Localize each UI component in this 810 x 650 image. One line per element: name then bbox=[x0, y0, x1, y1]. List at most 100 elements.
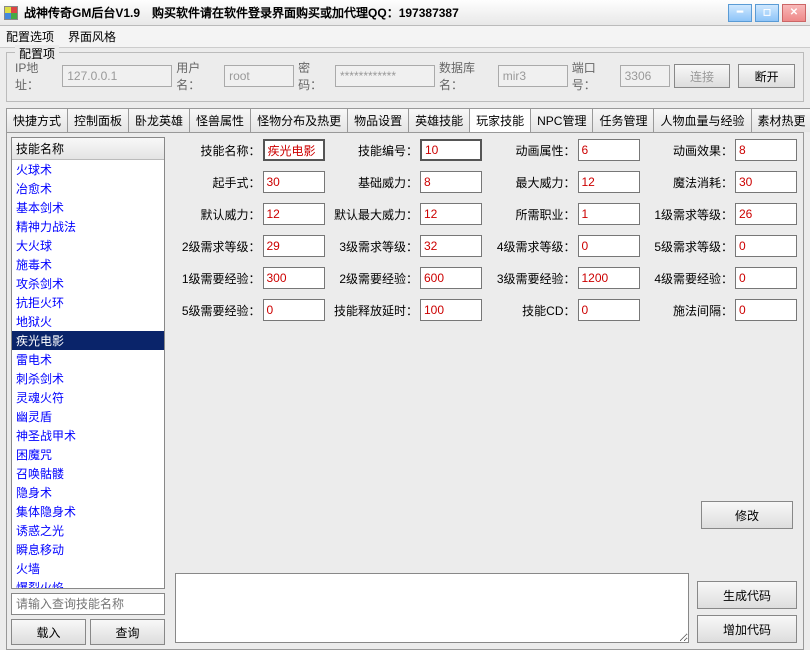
field: 起手式： bbox=[175, 171, 325, 193]
field-input[interactable] bbox=[420, 203, 482, 225]
list-item[interactable]: 刺杀剑术 bbox=[12, 369, 164, 388]
field: 3级需求等级： bbox=[333, 235, 483, 257]
field-input[interactable] bbox=[263, 267, 325, 289]
disconnect-button[interactable]: 断开 bbox=[738, 64, 795, 88]
field-label: 技能编号： bbox=[358, 142, 418, 159]
list-item[interactable]: 精神力战法 bbox=[12, 217, 164, 236]
field-input[interactable] bbox=[263, 299, 325, 321]
tab-2[interactable]: 卧龙英雄 bbox=[128, 108, 190, 132]
field: 5级需求等级： bbox=[648, 235, 798, 257]
list-item[interactable]: 隐身术 bbox=[12, 483, 164, 502]
menu-config[interactable]: 配置选项 bbox=[6, 28, 54, 45]
pass-input[interactable] bbox=[335, 65, 435, 87]
load-button[interactable]: 载入 bbox=[11, 619, 86, 645]
field-label: 3级需要经验： bbox=[497, 270, 576, 287]
pass-label: 密码： bbox=[298, 59, 331, 93]
field-input[interactable] bbox=[578, 139, 640, 161]
addcode-button[interactable]: 增加代码 bbox=[697, 615, 797, 643]
tab-5[interactable]: 物品设置 bbox=[347, 108, 409, 132]
list-item[interactable]: 爆裂火焰 bbox=[12, 578, 164, 589]
field: 最大威力： bbox=[490, 171, 640, 193]
field: 3级需要经验： bbox=[490, 267, 640, 289]
field-input[interactable] bbox=[578, 171, 640, 193]
list-item[interactable]: 施毒术 bbox=[12, 255, 164, 274]
close-button[interactable]: ✕ bbox=[782, 4, 806, 22]
tab-3[interactable]: 怪兽属性 bbox=[189, 108, 251, 132]
list-item[interactable]: 幽灵盾 bbox=[12, 407, 164, 426]
search-input[interactable] bbox=[11, 593, 165, 615]
list-item[interactable]: 抗拒火环 bbox=[12, 293, 164, 312]
field-input[interactable] bbox=[263, 171, 325, 193]
field-input[interactable] bbox=[735, 203, 797, 225]
field: 5级需要经验： bbox=[175, 299, 325, 321]
config-legend: 配置项 bbox=[15, 45, 59, 62]
maximize-button[interactable]: ◻ bbox=[755, 4, 779, 22]
field-input[interactable] bbox=[420, 171, 482, 193]
field-input[interactable] bbox=[735, 139, 797, 161]
list-item[interactable]: 冶愈术 bbox=[12, 179, 164, 198]
gencode-button[interactable]: 生成代码 bbox=[697, 581, 797, 609]
list-item[interactable]: 瞬息移动 bbox=[12, 540, 164, 559]
menu-style[interactable]: 界面风格 bbox=[68, 28, 116, 45]
list-item[interactable]: 地狱火 bbox=[12, 312, 164, 331]
field-input[interactable] bbox=[263, 203, 325, 225]
field-input[interactable] bbox=[420, 139, 482, 161]
skill-listbox[interactable]: 技能名称 火球术冶愈术基本剑术精神力战法大火球施毒术攻杀剑术抗拒火环地狱火疾光电… bbox=[11, 137, 165, 589]
minimize-button[interactable]: ━ bbox=[728, 4, 752, 22]
field-label: 4级需求等级： bbox=[497, 238, 576, 255]
field-label: 魔法消耗： bbox=[673, 174, 733, 191]
field-input[interactable] bbox=[420, 299, 482, 321]
db-input[interactable] bbox=[498, 65, 568, 87]
port-input[interactable] bbox=[620, 65, 670, 87]
tab-0[interactable]: 快捷方式 bbox=[6, 108, 68, 132]
list-item[interactable]: 诱惑之光 bbox=[12, 521, 164, 540]
tab-bar: 快捷方式控制面板卧龙英雄怪兽属性怪物分布及热更物品设置英雄技能玩家技能NPC管理… bbox=[6, 108, 804, 132]
list-item[interactable]: 基本剑术 bbox=[12, 198, 164, 217]
field: 动画属性： bbox=[490, 139, 640, 161]
list-item[interactable]: 困魔咒 bbox=[12, 445, 164, 464]
tab-10[interactable]: 人物血量与经验 bbox=[653, 108, 751, 132]
field-input[interactable] bbox=[735, 235, 797, 257]
list-item[interactable]: 疾光电影 bbox=[12, 331, 164, 350]
list-item[interactable]: 攻杀剑术 bbox=[12, 274, 164, 293]
titlebar: 战神传奇GM后台V1.9 购买软件请在软件登录界面购买或加代理QQ：197387… bbox=[0, 0, 810, 26]
field-label: 最大威力： bbox=[515, 174, 575, 191]
field-input[interactable] bbox=[578, 299, 640, 321]
tab-1[interactable]: 控制面板 bbox=[67, 108, 129, 132]
field-input[interactable] bbox=[420, 235, 482, 257]
field-input[interactable] bbox=[735, 299, 797, 321]
list-item[interactable]: 大火球 bbox=[12, 236, 164, 255]
tab-11[interactable]: 素材热更 bbox=[751, 108, 810, 132]
list-item[interactable]: 火墙 bbox=[12, 559, 164, 578]
list-item[interactable]: 灵魂火符 bbox=[12, 388, 164, 407]
field-label: 起手式： bbox=[212, 174, 260, 191]
list-item[interactable]: 火球术 bbox=[12, 160, 164, 179]
output-textarea[interactable] bbox=[175, 573, 689, 643]
tab-7[interactable]: 玩家技能 bbox=[469, 108, 531, 132]
field-input[interactable] bbox=[578, 267, 640, 289]
connect-button[interactable]: 连接 bbox=[674, 64, 731, 88]
field-input[interactable] bbox=[578, 235, 640, 257]
field: 技能释放延时： bbox=[333, 299, 483, 321]
tab-8[interactable]: NPC管理 bbox=[530, 108, 593, 132]
list-item[interactable]: 神圣战甲术 bbox=[12, 426, 164, 445]
tab-6[interactable]: 英雄技能 bbox=[408, 108, 470, 132]
modify-button[interactable]: 修改 bbox=[701, 501, 793, 529]
tab-4[interactable]: 怪物分布及热更 bbox=[250, 108, 348, 132]
field-input[interactable] bbox=[263, 235, 325, 257]
field-input[interactable] bbox=[735, 267, 797, 289]
field-input[interactable] bbox=[420, 267, 482, 289]
ip-input[interactable] bbox=[62, 65, 172, 87]
field-label: 技能CD： bbox=[522, 302, 575, 319]
field-label: 默认最大威力： bbox=[334, 206, 418, 223]
field-input[interactable] bbox=[263, 139, 325, 161]
tab-9[interactable]: 任务管理 bbox=[592, 108, 654, 132]
user-input[interactable] bbox=[224, 65, 294, 87]
query-button[interactable]: 查询 bbox=[90, 619, 165, 645]
field-input[interactable] bbox=[735, 171, 797, 193]
main-panel: 技能名称 火球术冶愈术基本剑术精神力战法大火球施毒术攻杀剑术抗拒火环地狱火疾光电… bbox=[6, 132, 804, 650]
list-item[interactable]: 雷电术 bbox=[12, 350, 164, 369]
list-item[interactable]: 集体隐身术 bbox=[12, 502, 164, 521]
list-item[interactable]: 召唤骷髅 bbox=[12, 464, 164, 483]
field-input[interactable] bbox=[578, 203, 640, 225]
